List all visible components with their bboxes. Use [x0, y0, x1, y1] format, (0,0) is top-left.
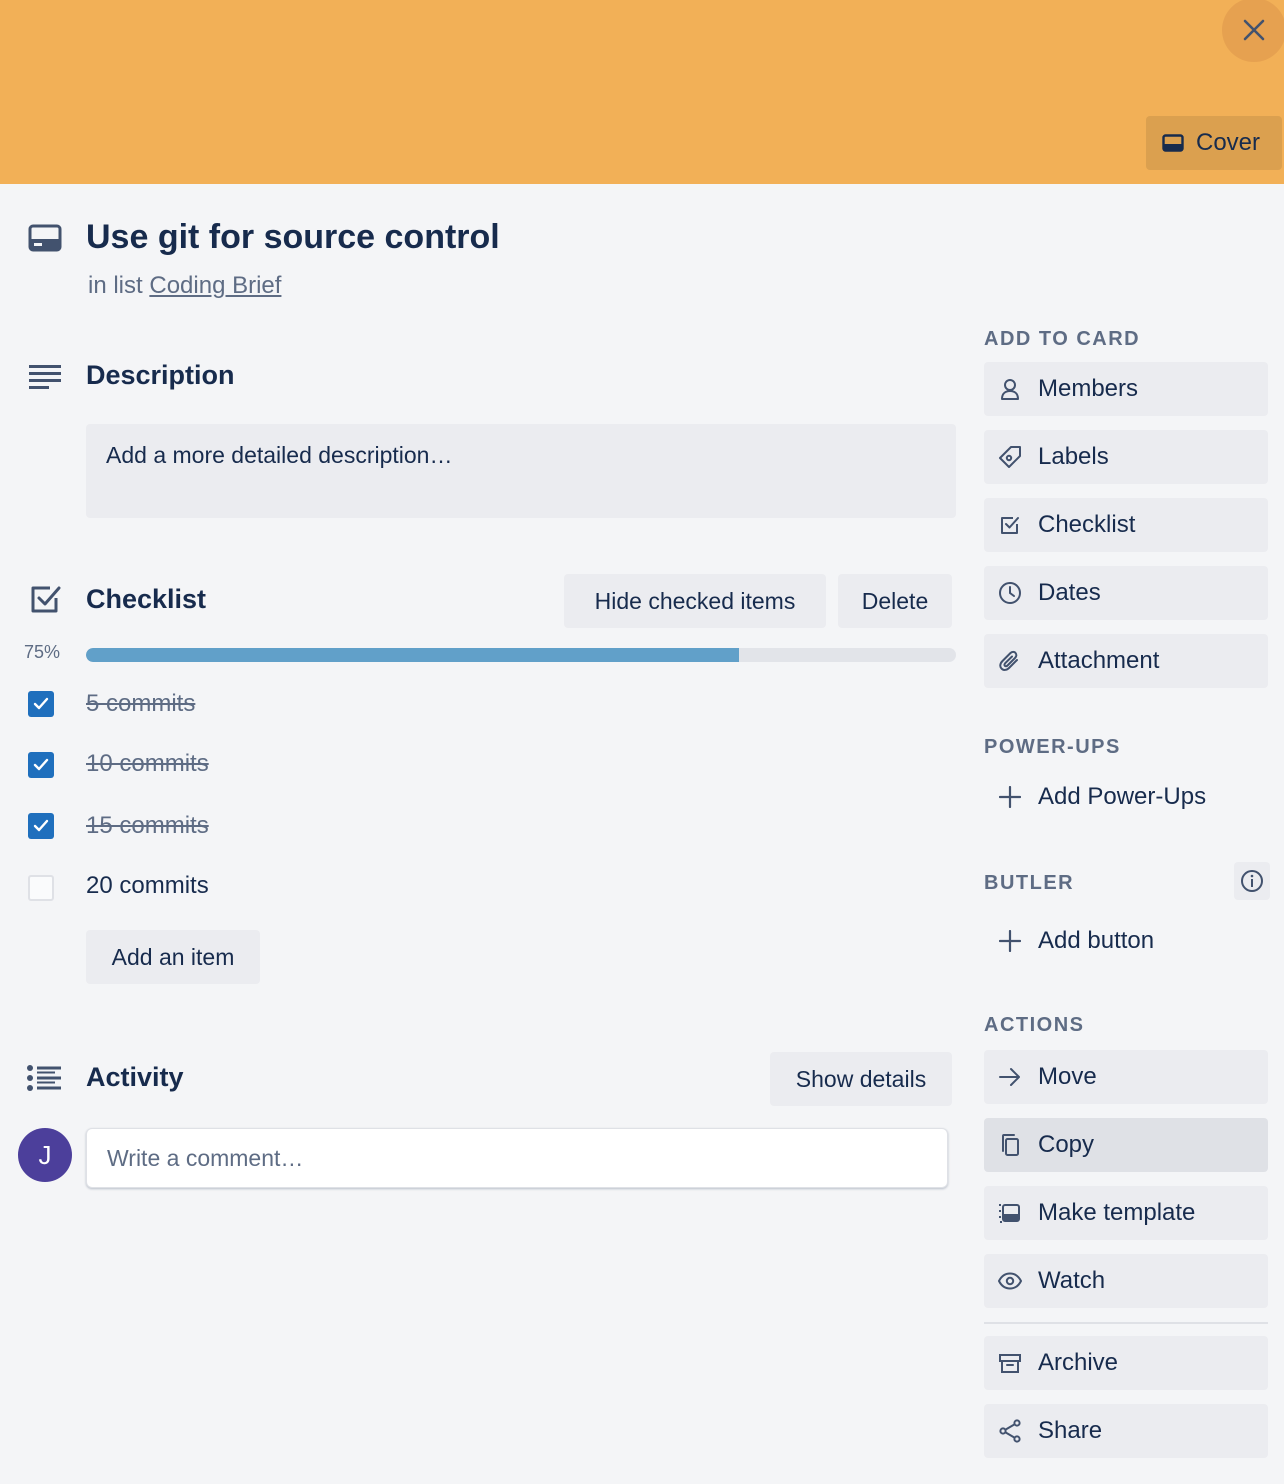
- labels-button[interactable]: Labels: [984, 430, 1268, 484]
- person-icon: [998, 377, 1022, 401]
- checklist-item-label[interactable]: 5 commits: [86, 690, 195, 718]
- actions-heading: ACTIONS: [984, 1014, 1085, 1036]
- clock-icon: [998, 581, 1022, 605]
- checklist-section-icon: [30, 584, 62, 616]
- checklist-item-checkbox[interactable]: [28, 813, 54, 839]
- add-checklist-item-button[interactable]: Add an item: [86, 930, 260, 984]
- attachment-button[interactable]: Attachment: [984, 634, 1268, 688]
- plus-icon: [998, 785, 1022, 809]
- move-button[interactable]: Move: [984, 1050, 1268, 1104]
- butler-heading: BUTLER: [984, 872, 1075, 894]
- watch-button-label: Watch: [1038, 1267, 1106, 1294]
- archive-icon: [998, 1351, 1022, 1375]
- add-button-label: Add button: [1038, 927, 1155, 954]
- checklist-progress-fill: [86, 648, 739, 662]
- move-button-label: Move: [1038, 1063, 1097, 1090]
- checklist-progress-percent: 75%: [24, 642, 61, 662]
- cover-button-label: Cover: [1196, 129, 1261, 156]
- in-list-prefix: in list: [88, 272, 143, 299]
- checklist-icon: [998, 513, 1022, 537]
- add-powerups-label: Add Power-Ups: [1038, 783, 1207, 810]
- comment-input[interactable]: Write a comment…: [86, 1128, 948, 1188]
- dates-button[interactable]: Dates: [984, 566, 1268, 620]
- labels-button-label: Labels: [1038, 443, 1109, 470]
- checklist-heading[interactable]: Checklist: [86, 584, 206, 615]
- copy-button-label: Copy: [1038, 1131, 1095, 1158]
- butler-info-button[interactable]: [1234, 862, 1270, 900]
- checklist-button-label: Checklist: [1038, 511, 1136, 538]
- card-cover: [0, 0, 1284, 184]
- share-icon: [998, 1419, 1022, 1443]
- members-button[interactable]: Members: [984, 362, 1268, 416]
- add-butler-button[interactable]: Add button: [984, 914, 1268, 968]
- make-template-label: Make template: [1038, 1199, 1196, 1226]
- show-details-button[interactable]: Show details: [770, 1052, 952, 1106]
- delete-checklist-button[interactable]: Delete: [838, 574, 952, 628]
- share-button[interactable]: Share: [984, 1404, 1268, 1458]
- share-button-label: Share: [1038, 1417, 1103, 1444]
- powerups-heading: POWER-UPS: [984, 736, 1121, 758]
- checklist-item-label[interactable]: 15 commits: [86, 812, 209, 840]
- checklist-item-checkbox[interactable]: [28, 691, 54, 717]
- activity-heading: Activity: [86, 1062, 184, 1092]
- eye-icon: [998, 1269, 1022, 1293]
- activity-icon: [26, 1064, 62, 1092]
- paperclip-icon: [998, 649, 1022, 673]
- cover-icon: [1162, 134, 1184, 152]
- info-icon: [1241, 870, 1263, 892]
- watch-button[interactable]: Watch: [984, 1254, 1268, 1308]
- card-list-info: in list Coding Brief: [88, 272, 281, 300]
- checklist-button[interactable]: Checklist: [984, 498, 1268, 552]
- description-editor[interactable]: Add a more detailed description…: [86, 424, 956, 518]
- card-title[interactable]: Use git for source control: [86, 218, 500, 257]
- archive-button[interactable]: Archive: [984, 1336, 1268, 1390]
- close-icon: [1243, 19, 1265, 41]
- tag-icon: [998, 445, 1022, 469]
- members-button-label: Members: [1038, 375, 1139, 402]
- make-template-button[interactable]: Make template: [984, 1186, 1268, 1240]
- checklist-item-label[interactable]: 20 commits: [86, 872, 209, 900]
- template-icon: [998, 1201, 1022, 1225]
- attachment-button-label: Attachment: [1038, 647, 1160, 674]
- plus-icon: [998, 929, 1022, 953]
- arrow-right-icon: [998, 1065, 1022, 1089]
- cover-button[interactable]: Cover: [1146, 116, 1282, 170]
- actions-divider: [984, 1322, 1268, 1324]
- avatar[interactable]: J: [18, 1128, 72, 1182]
- list-link[interactable]: Coding Brief: [149, 272, 281, 299]
- description-heading: Description: [86, 360, 235, 390]
- add-to-card-heading: ADD TO CARD: [984, 328, 1141, 350]
- copy-icon: [998, 1133, 1022, 1157]
- close-button[interactable]: [1222, 0, 1284, 62]
- checklist-item-label[interactable]: 10 commits: [86, 750, 209, 778]
- checklist-item-checkbox[interactable]: [28, 752, 54, 778]
- checklist-item-checkbox[interactable]: [28, 875, 54, 901]
- copy-button[interactable]: Copy: [984, 1118, 1268, 1172]
- description-icon: [28, 362, 62, 390]
- archive-button-label: Archive: [1038, 1349, 1119, 1376]
- checklist-progress-bar: [86, 648, 956, 662]
- add-powerups-button[interactable]: Add Power-Ups: [984, 770, 1268, 824]
- hide-checked-items-button[interactable]: Hide checked items: [564, 574, 826, 628]
- card-icon: [28, 224, 62, 252]
- dates-button-label: Dates: [1038, 579, 1101, 606]
